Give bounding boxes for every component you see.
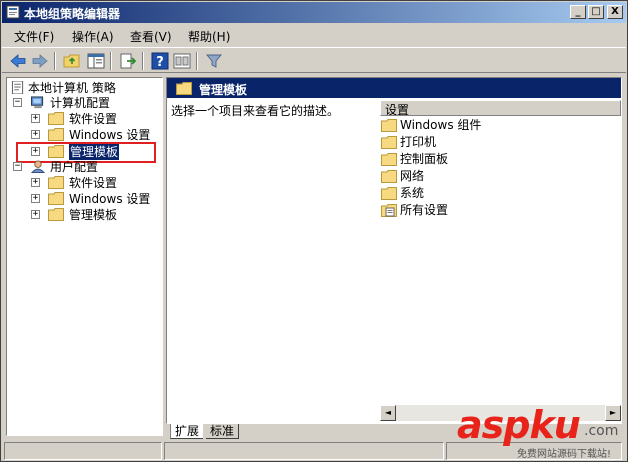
expand-expander[interactable]: + — [31, 130, 40, 139]
list-item-label: 系统 — [400, 186, 425, 200]
scroll-left-button[interactable]: ◄ — [380, 405, 396, 421]
menu-action[interactable]: 操作(A) — [72, 28, 114, 45]
menu-file[interactable]: 文件(F) — [14, 28, 54, 45]
list-item-label: 打印机 — [400, 135, 437, 149]
list-item-label: Windows 组件 — [400, 118, 482, 132]
scroll-right-button[interactable]: ► — [605, 405, 621, 421]
tree-label: Windows 设置 — [69, 128, 151, 142]
status-bar — [4, 442, 624, 460]
status-cell — [4, 442, 162, 460]
toolbar-separator — [54, 52, 56, 70]
show-hide-tree-icon[interactable] — [86, 51, 106, 71]
help-icon[interactable]: ? — [150, 51, 170, 71]
title-bar[interactable]: 本地组策略编辑器 _ □ X — [2, 2, 626, 23]
all-settings-icon — [381, 204, 397, 217]
gpedit-app-icon — [6, 5, 20, 19]
menu-help[interactable]: 帮助(H) — [188, 28, 230, 45]
folder-icon — [381, 119, 397, 132]
tree-label: 本地计算机 策略 — [28, 81, 116, 95]
list-item-label: 所有设置 — [400, 203, 449, 217]
collapse-expander[interactable]: − — [13, 98, 22, 107]
description-text: 选择一个项目来查看它的描述。 — [171, 104, 340, 118]
details-header: 管理模板 — [167, 78, 621, 98]
maximize-button[interactable]: □ — [588, 5, 604, 19]
expand-expander[interactable]: + — [31, 178, 40, 187]
user-icon — [30, 160, 46, 173]
status-cell — [164, 442, 444, 460]
details-pane: 管理模板 选择一个项目来查看它的描述。 设置 Windows 组件 打印机 控制… — [166, 77, 622, 424]
minimize-button[interactable]: _ — [570, 5, 586, 19]
tree-label: 用户配置 — [50, 160, 99, 174]
expand-expander[interactable]: + — [31, 194, 40, 203]
list-item-label: 网络 — [400, 169, 425, 183]
toolbar-separator — [142, 52, 144, 70]
tree-label: 管理模板 — [69, 208, 118, 222]
expand-expander[interactable]: + — [31, 210, 40, 219]
forward-arrow-icon[interactable] — [30, 51, 50, 71]
toolbar-separator — [196, 52, 198, 70]
folder-icon — [48, 128, 64, 141]
toolbar-separator — [110, 52, 112, 70]
folder-icon — [48, 192, 64, 205]
folder-icon — [48, 208, 64, 221]
main-window: 本地组策略编辑器 _ □ X 文件(F) 操作(A) 查看(V) 帮助(H) ?… — [0, 0, 628, 462]
export-list-icon[interactable] — [118, 51, 138, 71]
console-icon[interactable] — [172, 51, 192, 71]
list-item-label: 控制面板 — [400, 152, 449, 166]
details-header-title: 管理模板 — [199, 83, 248, 97]
status-cell — [446, 442, 622, 460]
menu-view[interactable]: 查看(V) — [130, 28, 172, 45]
back-arrow-icon[interactable] — [8, 51, 28, 71]
folder-icon — [381, 153, 397, 166]
expand-expander[interactable]: + — [31, 114, 40, 123]
filter-icon[interactable] — [204, 51, 224, 71]
policy-doc-icon — [11, 81, 24, 94]
menu-bar: 文件(F) 操作(A) 查看(V) 帮助(H) — [2, 25, 626, 45]
svg-text:?: ? — [156, 55, 164, 70]
tree-label: 软件设置 — [69, 176, 118, 190]
column-header-label: 设置 — [385, 103, 410, 117]
tab-standard[interactable]: 标准 — [206, 424, 240, 439]
view-tabs: 扩展 标准 — [166, 424, 626, 440]
folder-icon — [381, 170, 397, 183]
toolbar: ? — [2, 47, 626, 73]
column-header-settings[interactable]: 设置 — [380, 100, 621, 117]
tree-label: 软件设置 — [69, 112, 118, 126]
tree-pane[interactable]: 本地计算机 策略 − 计算机配置 + 软件设置 + Windows 设置 + 管… — [6, 77, 163, 436]
tree-label: Windows 设置 — [69, 192, 151, 206]
folder-icon — [381, 187, 397, 200]
folder-icon — [381, 136, 397, 149]
folder-icon — [48, 176, 64, 189]
close-button[interactable]: X — [607, 5, 623, 19]
folder-icon — [176, 82, 192, 95]
folder-icon — [48, 112, 64, 125]
collapse-expander[interactable]: − — [13, 162, 22, 171]
tab-extended[interactable]: 扩展 — [170, 424, 204, 439]
tree-label: 计算机配置 — [50, 96, 111, 110]
up-folder-icon[interactable] — [62, 51, 82, 71]
window-title: 本地组策略编辑器 — [24, 7, 121, 21]
horizontal-scrollbar[interactable]: ◄ ► — [380, 405, 621, 421]
computer-icon — [31, 96, 44, 109]
